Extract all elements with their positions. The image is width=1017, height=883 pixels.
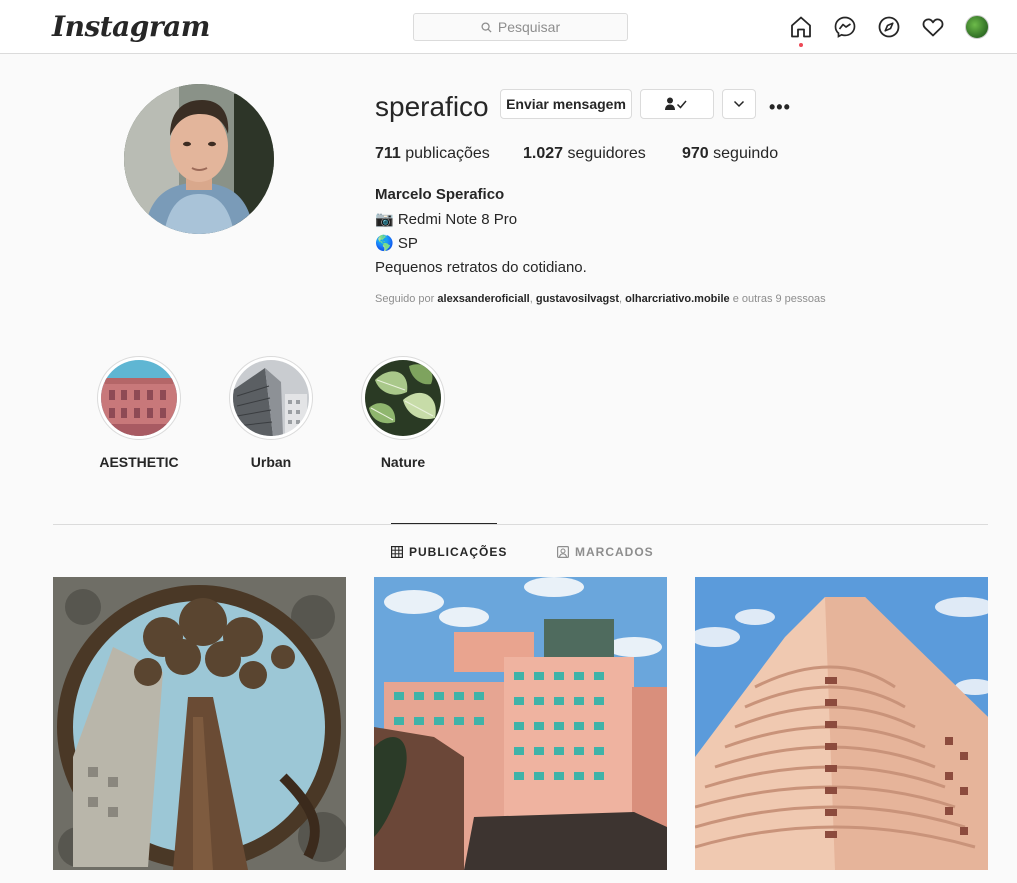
follower-link[interactable]: gustavosilvagst [536, 293, 619, 305]
highlight-label: AESTHETIC [99, 454, 179, 470]
explore-icon[interactable] [876, 14, 902, 40]
highlight-label: Urban [250, 454, 292, 470]
highlight-image [101, 360, 177, 436]
chevron-down-icon [733, 100, 745, 108]
profile-avatar[interactable] [124, 84, 274, 234]
bio-line: 📷 Redmi Note 8 Pro [375, 211, 518, 228]
post-thumbnail[interactable] [695, 577, 988, 870]
post-thumbnail[interactable] [374, 577, 667, 870]
suggestions-dropdown-button[interactable] [722, 89, 756, 119]
following-stat[interactable]: 970 seguindo [682, 145, 778, 163]
instagram-logo[interactable]: Instagram [52, 10, 210, 43]
tab-posts[interactable]: PUBLICAÇÕES [391, 545, 507, 559]
tabs-divider [53, 524, 988, 525]
active-tab-indicator [391, 523, 497, 524]
followed-by-text[interactable]: Seguido por alexsanderoficiall, gustavos… [375, 293, 826, 305]
profile-username: sperafico [375, 91, 489, 122]
bio-line: 🌎 SP [375, 235, 418, 252]
highlight-urban[interactable]: Urban [229, 356, 313, 470]
followers-stat[interactable]: 1.027 seguidores [523, 145, 646, 163]
highlight-aesthetic[interactable]: AESTHETIC [97, 356, 181, 470]
more-options-icon[interactable]: ••• [769, 97, 791, 118]
follower-link[interactable]: alexsanderoficiall [437, 293, 529, 305]
search-input[interactable]: Pesquisar [413, 13, 628, 41]
follower-link[interactable]: olharcriativo.mobile [625, 293, 730, 305]
highlight-image [233, 360, 309, 436]
post-thumbnail[interactable] [53, 577, 346, 870]
highlight-image [365, 360, 441, 436]
top-navbar: Instagram Pesquisar [0, 0, 1017, 54]
tagged-user-icon [557, 546, 569, 558]
heart-icon[interactable] [920, 14, 946, 40]
send-message-button[interactable]: Enviar mensagem [500, 89, 632, 119]
highlight-label: Nature [380, 454, 426, 470]
home-icon[interactable] [788, 14, 814, 40]
tab-tagged[interactable]: MARCADOS [557, 545, 654, 559]
avatar[interactable] [965, 15, 989, 39]
notification-dot [799, 43, 803, 47]
grid-icon [391, 546, 403, 558]
profile-full-name: Marcelo Sperafico [375, 186, 505, 203]
highlight-nature[interactable]: Nature [361, 356, 445, 470]
messenger-icon[interactable] [832, 14, 858, 40]
search-icon [481, 21, 492, 33]
posts-stat: 711 publicações [375, 145, 490, 162]
following-button[interactable] [640, 89, 714, 119]
bio-line: Pequenos retratos do cotidiano. [375, 259, 587, 276]
search-placeholder: Pesquisar [497, 19, 561, 35]
person-check-icon [665, 97, 687, 110]
